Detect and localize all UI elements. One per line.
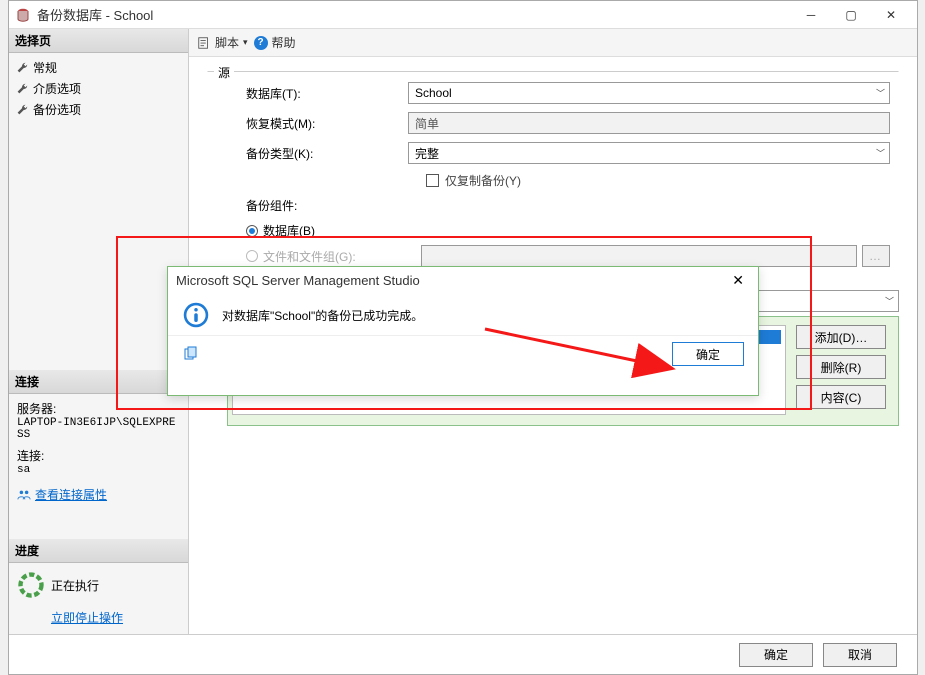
people-icon [17,488,31,502]
maximize-button[interactable]: ▢ [831,1,871,29]
window-title: 备份数据库 - School [37,5,791,24]
dialog-message: 对数据库"School"的备份已成功完成。 [222,307,423,324]
view-conn-props-link[interactable]: 查看连接属性 [35,486,107,503]
connection-header: 连接 [9,370,188,394]
minimize-button[interactable]: ─ [791,1,831,29]
add-destination-button[interactable]: 添加(D)… [796,325,886,349]
wrench-icon [15,103,29,117]
nav-general[interactable]: 常规 [11,57,186,78]
help-icon: ? [254,36,268,50]
nav-media-label: 介质选项 [33,80,81,97]
script-label: 脚本 [215,34,239,51]
cancel-button[interactable]: 取消 [823,643,897,667]
server-value: LAPTOP-IN3E6IJP\SQLEXPRESS [17,417,180,441]
radio-files-label: 文件和文件组(G): [263,248,356,265]
radio-db-label: 数据库(B) [263,222,315,239]
checkbox-box-icon [426,174,439,187]
copy-only-checkbox[interactable]: 仅复制备份(Y) [408,172,521,189]
nav-backup-label: 备份选项 [33,101,81,118]
progress-text: 正在执行 [51,577,99,594]
close-button[interactable]: ✕ [871,1,911,29]
type-label: 备份类型(K): [228,145,408,162]
copy-icon[interactable] [182,346,198,362]
dialog-ok-button[interactable]: 确定 [672,342,744,366]
footer-bar: 确定 取消 [9,634,917,674]
recovery-mode-field: 简单 [408,112,890,134]
help-label: 帮助 [272,34,296,51]
left-panel: 选择页 常规 介质选项 备份选项 连接 服务器: LAPTOP [9,29,189,634]
copy-only-label: 仅复制备份(Y) [445,172,521,189]
radio-unchecked-icon [246,250,258,262]
connection-body: 服务器: LAPTOP-IN3E6IJP\SQLEXPRESS 连接: sa 查… [9,394,188,509]
info-icon [182,301,210,329]
contents-button[interactable]: 内容(C) [796,385,886,409]
db-label: 数据库(T): [228,85,408,102]
group-source-title: 源 [214,64,234,81]
component-label: 备份组件: [228,197,408,214]
spinner-icon [17,571,45,599]
radio-database[interactable]: 数据库(B) [228,222,890,239]
wrench-icon [15,82,29,96]
script-icon [197,36,211,50]
backup-type-combo[interactable]: 完整 ﹀ [408,142,890,164]
chevron-down-icon: ﹀ [885,295,894,308]
help-button[interactable]: ? 帮助 [254,34,296,51]
dialog-title: Microsoft SQL Server Management Studio [176,273,726,288]
recovery-value: 简单 [415,115,439,132]
browse-button[interactable]: … [862,245,890,267]
select-page-header: 选择页 [9,29,188,53]
group-source: 源 数据库(T): School ﹀ 恢复模式(M): [207,71,899,280]
recovery-label: 恢复模式(M): [228,115,408,132]
conn-value: sa [17,464,180,476]
radio-checked-icon [246,225,258,237]
database-combo[interactable]: School ﹀ [408,82,890,104]
chevron-down-icon: ﹀ [876,87,885,100]
radio-files: 文件和文件组(G): … [228,245,890,267]
nav-backup-options[interactable]: 备份选项 [11,99,186,120]
progress-header: 进度 [9,539,188,563]
server-label: 服务器: [17,400,180,417]
nav-list: 常规 介质选项 备份选项 [9,53,188,124]
wrench-icon [15,61,29,75]
stop-action-link[interactable]: 立即停止操作 [51,611,123,625]
conn-label: 连接: [17,447,180,464]
backup-success-dialog: Microsoft SQL Server Management Studio ✕… [167,266,759,396]
script-button[interactable]: 脚本 ▾ [197,34,248,51]
nav-general-label: 常规 [33,59,57,76]
dialog-close-button[interactable]: ✕ [726,270,750,291]
toolbar: 脚本 ▾ ? 帮助 [189,29,917,57]
remove-destination-button[interactable]: 删除(R) [796,355,886,379]
titlebar: 备份数据库 - School ─ ▢ ✕ [9,1,917,29]
chevron-down-icon: ﹀ [876,147,885,160]
database-icon [15,7,31,23]
type-value: 完整 [415,145,439,162]
ok-button[interactable]: 确定 [739,643,813,667]
files-filegroups-field [421,245,857,267]
progress-body: 正在执行 立即停止操作 [9,563,188,634]
nav-media-options[interactable]: 介质选项 [11,78,186,99]
database-value: School [415,86,452,100]
